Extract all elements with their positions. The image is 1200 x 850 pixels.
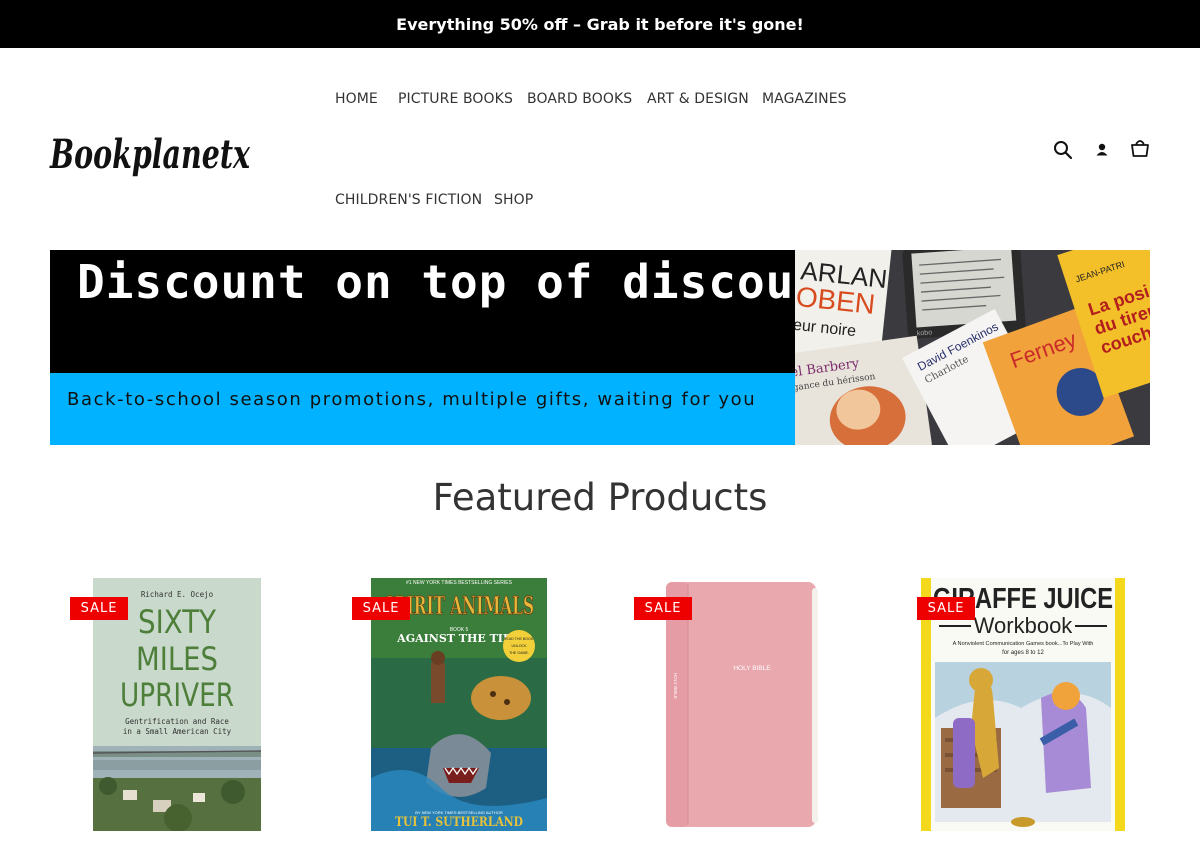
nav-shop[interactable]: SHOP xyxy=(494,192,533,208)
svg-text:AGAINST THE TIDE: AGAINST THE TIDE xyxy=(396,632,521,645)
nav-picture-books[interactable]: PICTURE BOOKS xyxy=(398,91,513,107)
svg-text:Gentrification and Race: Gentrification and Race xyxy=(125,717,229,726)
cart-icon[interactable] xyxy=(1129,137,1151,159)
announcement-text: Everything 50% off – Grab it before it's… xyxy=(396,14,804,34)
svg-text:UNLOCK: UNLOCK xyxy=(512,644,528,648)
svg-text:A Nonviolent Communication Gam: A Nonviolent Communication Games book...… xyxy=(953,641,1094,647)
nav-childrens-fiction[interactable]: CHILDREN'S FICTION xyxy=(335,192,482,208)
sale-badge: SALE xyxy=(917,597,975,620)
svg-text:READ THE BOOK.: READ THE BOOK. xyxy=(504,637,535,641)
nav-art-design[interactable]: ART & DESIGN xyxy=(647,91,749,107)
hero-banner[interactable]: Discount on top of discount Back-to-scho… xyxy=(50,250,1150,445)
svg-text:in a Small American City: in a Small American City xyxy=(123,727,232,736)
svg-text:HOLY BIBLE: HOLY BIBLE xyxy=(673,673,678,699)
sale-badge: SALE xyxy=(634,597,692,620)
hero-subtitle: Back-to-school season promotions, multip… xyxy=(67,389,757,410)
featured-products-title: Featured Products xyxy=(432,476,768,519)
nav-home[interactable]: HOME xyxy=(335,91,378,107)
svg-text:THE GAME.: THE GAME. xyxy=(509,651,529,655)
logo[interactable]: Bookplanetx xyxy=(48,110,253,188)
account-icon[interactable] xyxy=(1091,139,1113,161)
announcement-bar: Everything 50% off – Grab it before it's… xyxy=(0,0,1200,48)
hero-books-photo: ARLAN OBEN eur noire kobo el Barbery gan… xyxy=(795,250,1150,445)
svg-text:TUI T. SUTHERLAND: TUI T. SUTHERLAND xyxy=(395,815,523,830)
logo-text: Bookplanetx xyxy=(49,131,251,178)
svg-text:UPRIVER: UPRIVER xyxy=(120,676,234,714)
logo-script-svg: Bookplanetx xyxy=(49,131,251,178)
svg-text:kobo: kobo xyxy=(917,329,933,337)
svg-text:MILES: MILES xyxy=(136,640,218,678)
sale-badge: SALE xyxy=(352,597,410,620)
svg-text:Workbook: Workbook xyxy=(974,613,1074,638)
hero-title: Discount on top of discount xyxy=(77,255,852,309)
svg-text:#1 NEW YORK TIMES BESTSELLING: #1 NEW YORK TIMES BESTSELLING SERIES xyxy=(406,580,513,586)
nav-magazines[interactable]: MAGAZINES xyxy=(762,91,847,107)
svg-text:HOLY BIBLE: HOLY BIBLE xyxy=(733,665,771,672)
search-icon[interactable] xyxy=(1052,139,1074,161)
svg-text:Richard E. Ocejo: Richard E. Ocejo xyxy=(141,590,214,599)
svg-text:SIXTY: SIXTY xyxy=(138,603,216,641)
nav-board-books[interactable]: BOARD BOOKS xyxy=(527,91,632,107)
books-collage: ARLAN OBEN eur noire kobo el Barbery gan… xyxy=(795,250,1150,445)
sale-badge: SALE xyxy=(70,597,128,620)
svg-text:for ages 8 to 12: for ages 8 to 12 xyxy=(1002,650,1044,656)
